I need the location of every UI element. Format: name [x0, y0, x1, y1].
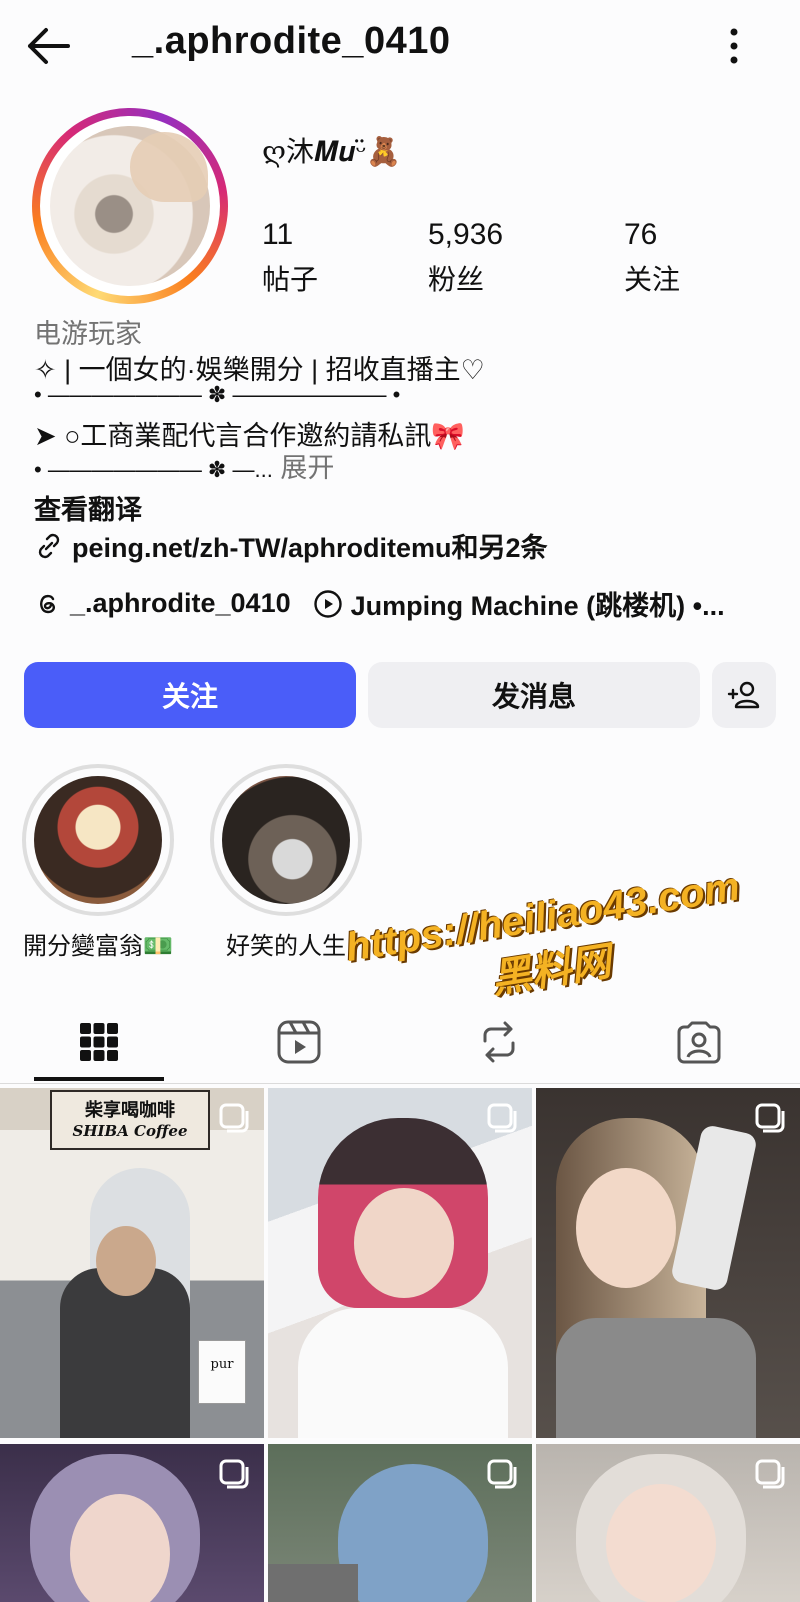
grid-icon — [80, 1023, 118, 1061]
bio-divider: • ——————— ✽ ——————— • — [34, 382, 401, 407]
stat-posts[interactable]: 11 帖子 — [262, 218, 318, 298]
back-arrow-icon[interactable] — [22, 22, 74, 70]
message-button[interactable]: 发消息 — [368, 662, 700, 728]
profile-category: 电游玩家 — [34, 319, 142, 349]
profile-link[interactable]: peing.net/zh-TW/aphroditemu和另2条 — [34, 526, 547, 565]
link-icon — [38, 533, 60, 558]
threads-chip[interactable]: _.aphrodite_0410 — [34, 588, 291, 619]
stat-followers[interactable]: 5,936 粉丝 — [428, 218, 503, 298]
expand-bio-link[interactable]: 展开 — [280, 453, 334, 483]
tab-reels[interactable] — [234, 1000, 364, 1084]
carousel-icon — [487, 1459, 517, 1489]
tab-tagged[interactable] — [634, 1000, 764, 1084]
story-ring[interactable] — [32, 108, 228, 304]
post-thumbnail[interactable] — [268, 1088, 532, 1438]
carousel-icon — [755, 1459, 785, 1489]
active-tab-indicator — [34, 1077, 164, 1081]
profile-tabs — [0, 1000, 800, 1084]
play-circle-icon — [313, 589, 342, 618]
post-thumbnail[interactable]: 柴享喝咖啡 SHIBA Coffee pur — [0, 1088, 264, 1438]
display-name: ღ沐𝑴𝒖ᵕ̈🧸 — [262, 135, 402, 168]
reels-icon — [277, 1020, 321, 1064]
story-highlight[interactable]: 開分變富翁💵 — [22, 764, 174, 961]
tab-posts-grid[interactable] — [34, 1000, 164, 1084]
tab-reposts[interactable] — [434, 1000, 564, 1084]
carousel-icon — [219, 1459, 249, 1489]
see-translation-link[interactable]: 查看翻译 — [34, 488, 142, 527]
tagged-icon — [677, 1021, 721, 1064]
suggest-users-button[interactable] — [712, 662, 776, 728]
post-thumbnail[interactable] — [536, 1444, 800, 1602]
stat-following[interactable]: 76 关注 — [624, 218, 680, 298]
top-bar: _.aphrodite_0410 — [0, 0, 800, 92]
music-chip[interactable]: Jumping Machine (跳楼机) •... — [313, 584, 725, 623]
add-user-icon — [727, 681, 760, 709]
profile-username: _.aphrodite_0410 — [132, 20, 451, 62]
highlight-cover — [34, 776, 162, 904]
post-thumbnail[interactable] — [0, 1444, 264, 1602]
carousel-icon — [219, 1103, 249, 1133]
highlight-label: 好笑的人生 — [226, 933, 346, 960]
profile-link-text: peing.net/zh-TW/aphroditemu和另2条 — [72, 533, 548, 563]
highlight-label: 開分變富翁💵 — [23, 933, 173, 960]
follow-button[interactable]: 关注 — [24, 662, 356, 728]
threads-icon — [40, 594, 55, 613]
bio-line-truncated: • ——————— ✽ —... 展开 — [34, 453, 335, 483]
repost-icon — [483, 1021, 515, 1063]
post-thumbnail[interactable] — [536, 1088, 800, 1438]
carousel-icon — [755, 1103, 785, 1133]
more-options-icon[interactable] — [716, 24, 752, 68]
story-highlight[interactable]: 好笑的人生 — [210, 764, 362, 961]
avatar — [50, 126, 210, 286]
carousel-icon — [487, 1103, 517, 1133]
meta-row: _.aphrodite_0410 Jumping Machine (跳楼机) •… — [34, 584, 774, 623]
highlight-cover — [222, 776, 350, 904]
post-thumbnail[interactable] — [268, 1444, 532, 1602]
